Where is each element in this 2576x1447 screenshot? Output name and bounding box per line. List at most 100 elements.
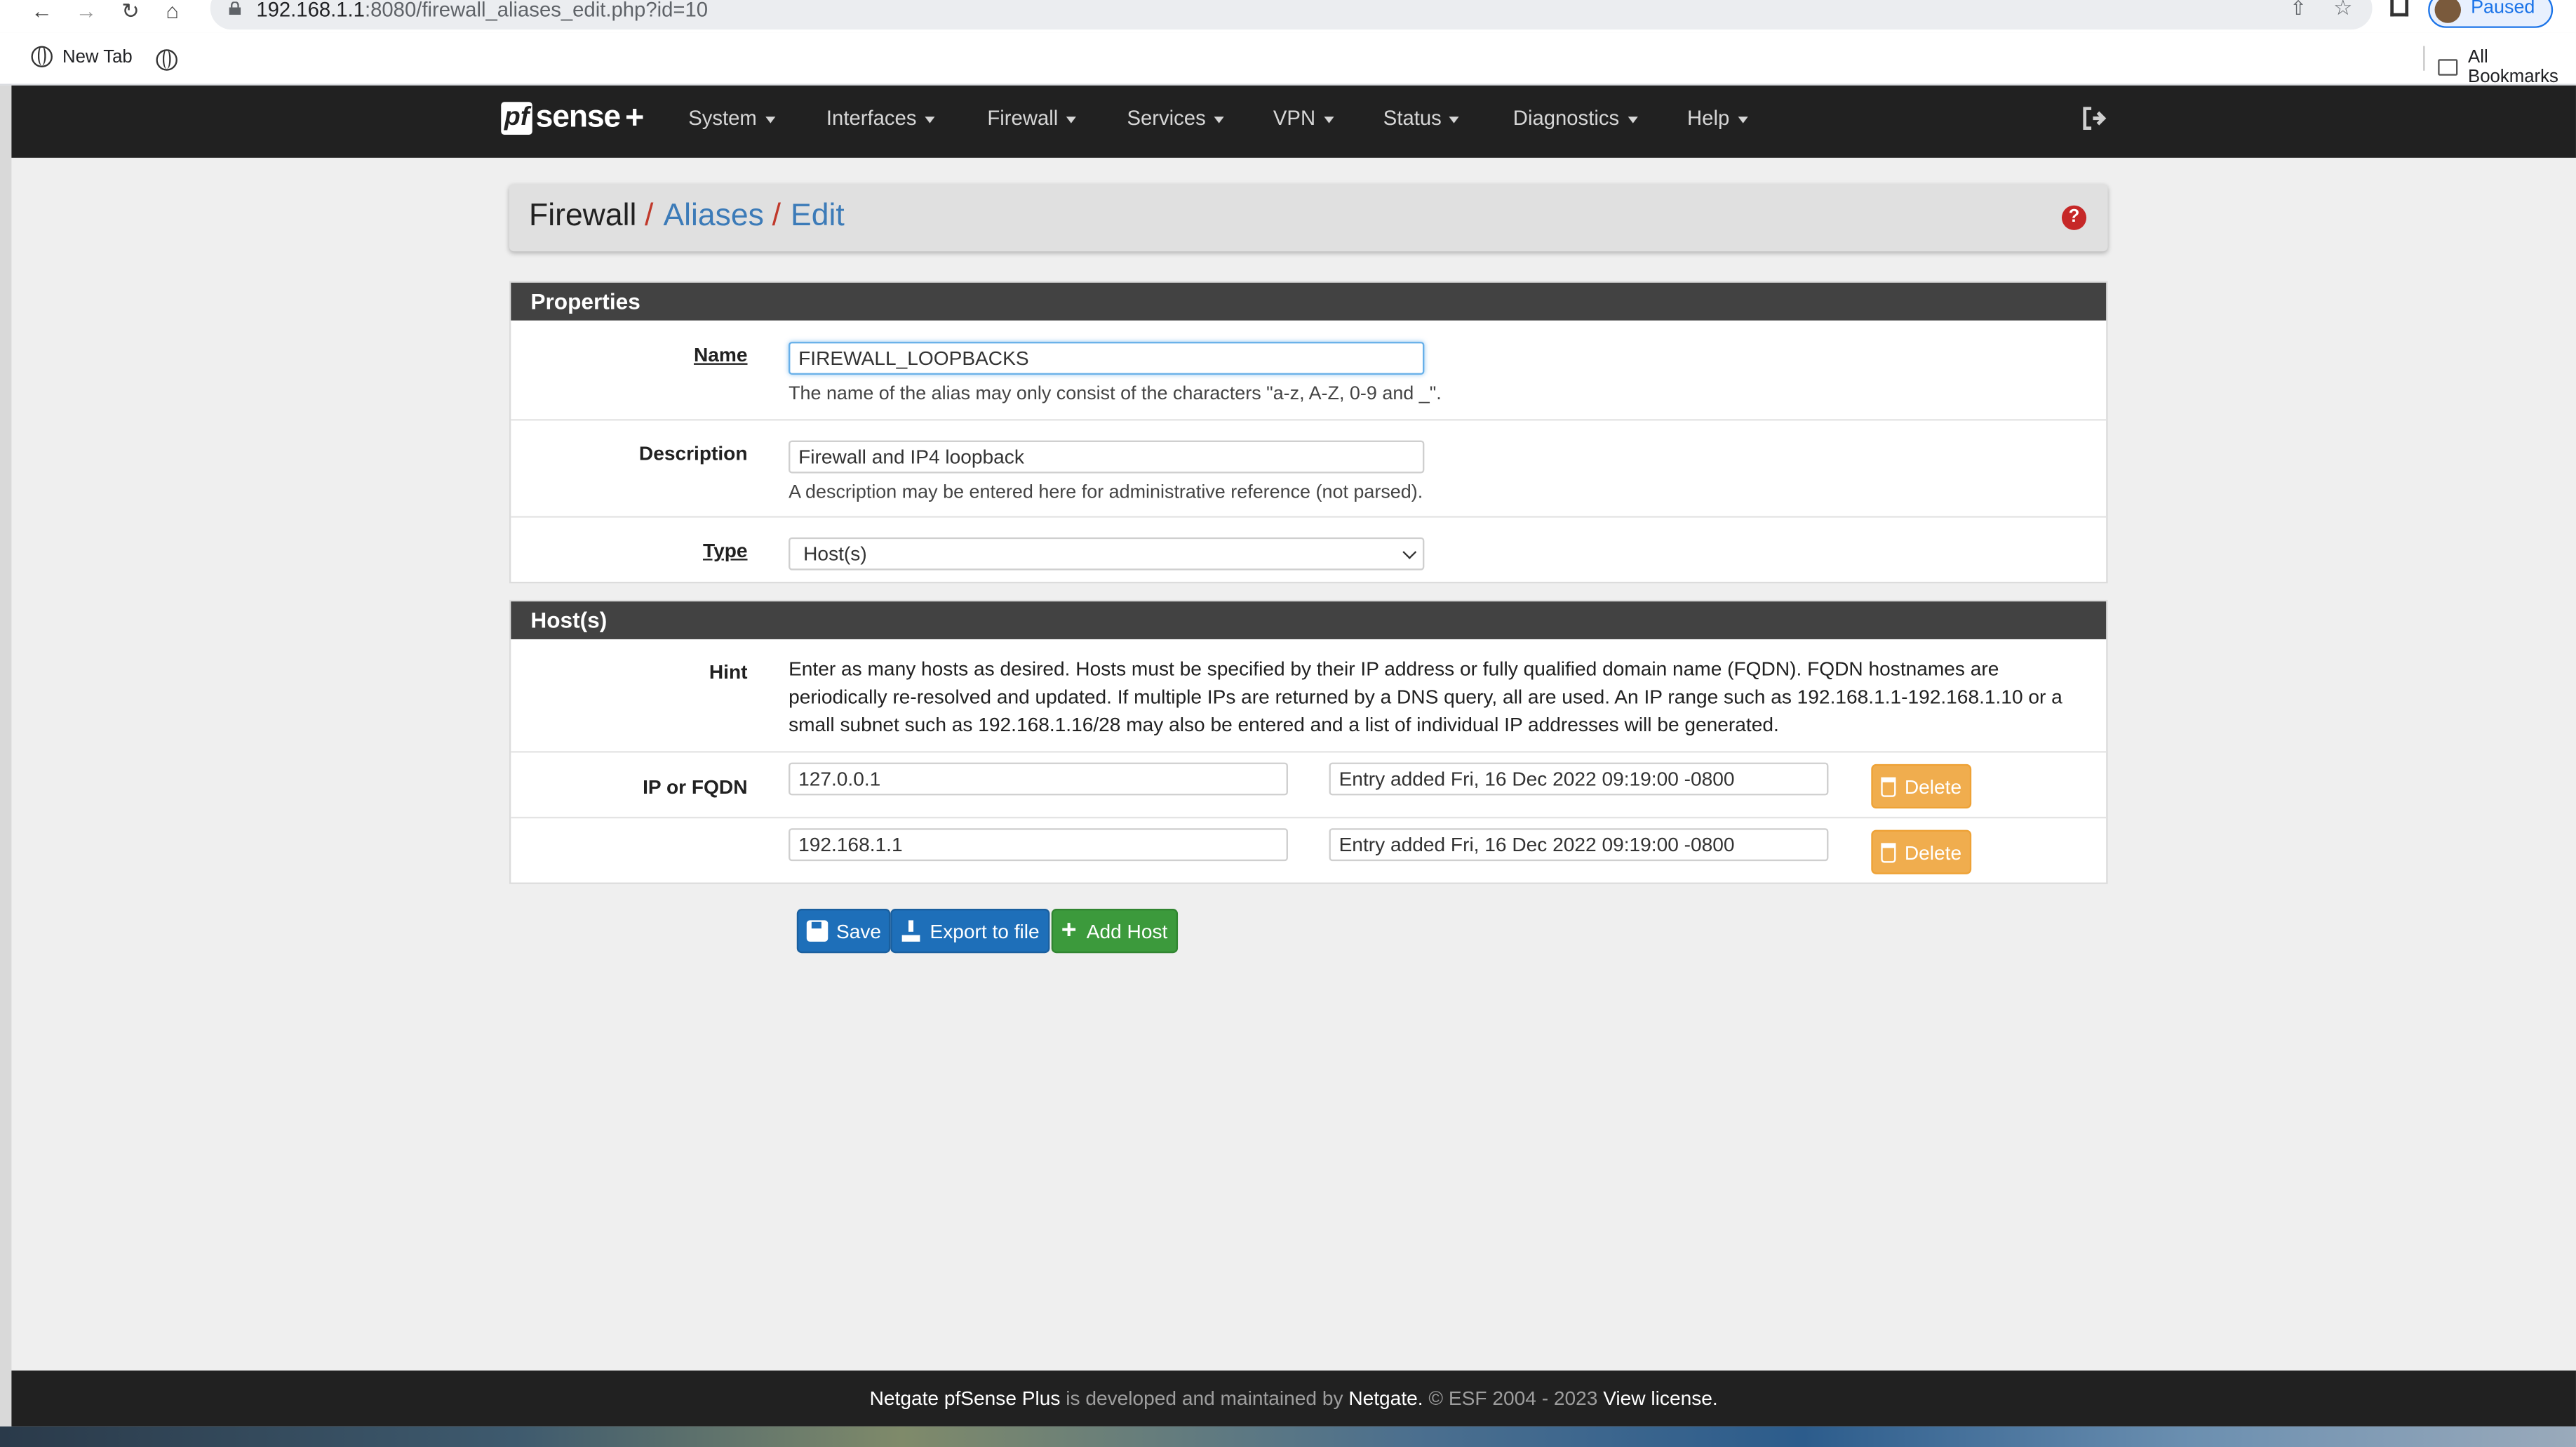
- host-description-input[interactable]: Entry added Fri, 16 Dec 2022 09:19:00 -0…: [1329, 828, 1829, 862]
- footer: Netgate pfSense Plus is developed and ma…: [11, 1371, 2576, 1427]
- delete-button[interactable]: Delete: [1871, 829, 1972, 874]
- forward-arrow-icon[interactable]: →: [76, 0, 97, 21]
- bookmarks-bar: New Tab: [0, 32, 2576, 86]
- ip-fqdn-input[interactable]: 192.168.1.1: [789, 828, 1288, 862]
- menu-help[interactable]: Help: [1687, 107, 1748, 131]
- ip-fqdn-label: IP or FQDN: [643, 775, 748, 799]
- globe-icon[interactable]: [156, 49, 177, 71]
- menu-firewall[interactable]: Firewall: [987, 107, 1077, 131]
- caret-down-icon: [1323, 116, 1334, 123]
- bookmark-new-tab[interactable]: New Tab: [31, 46, 133, 68]
- logo-plus: +: [625, 99, 645, 136]
- description-row: Description Firewall and IP4 loopback A …: [511, 419, 2107, 516]
- export-to-file-button[interactable]: Export to file: [890, 909, 1049, 954]
- bookmark-star-icon[interactable]: ☆: [2333, 0, 2352, 21]
- host-description-input[interactable]: Entry added Fri, 16 Dec 2022 09:19:00 -0…: [1329, 762, 1829, 796]
- side-panel-icon[interactable]: [2390, 0, 2409, 17]
- profile-button[interactable]: Paused: [2428, 0, 2554, 28]
- delete-button[interactable]: Delete: [1871, 763, 1972, 809]
- plus-icon: +: [1061, 916, 1077, 945]
- save-button[interactable]: Save: [796, 909, 892, 954]
- page: ← → ↻ ⌂ 192.168.1.1:8080/firewall_aliase…: [0, 0, 2576, 1447]
- name-label: Name: [693, 343, 748, 367]
- name-row: Name FIREWALL_LOOPBACKS The name of the …: [511, 321, 2106, 420]
- host-row: 192.168.1.1 Entry added Fri, 16 Dec 2022…: [511, 816, 2107, 883]
- globe-icon: [31, 46, 53, 68]
- hint-text: Enter as many hosts as desired. Hosts mu…: [789, 657, 2062, 737]
- menu-vpn[interactable]: VPN: [1273, 107, 1334, 130]
- delete-label: Delete: [1904, 775, 1962, 798]
- trash-icon: [1881, 842, 1897, 862]
- add-host-label: Add Host: [1086, 919, 1168, 943]
- footer-brand-link[interactable]: Netgate pfSense Plus: [870, 1387, 1061, 1410]
- url-text: 192.168.1.1:8080/firewall_aliases_edit.p…: [256, 0, 708, 21]
- browser-toolbar: ← → ↻ ⌂ 192.168.1.1:8080/firewall_aliase…: [0, 0, 2576, 33]
- name-hint: The name of the alias may only consist o…: [789, 384, 1442, 405]
- menu-label: VPN: [1273, 107, 1316, 131]
- bookmark-label: New Tab: [62, 46, 133, 67]
- footer-license-link[interactable]: View license.: [1603, 1387, 1718, 1410]
- type-row: Type Host(s): [511, 516, 2107, 582]
- breadcrumb-aliases-link[interactable]: Aliases: [663, 199, 763, 233]
- menu-label: Interfaces: [826, 107, 917, 131]
- caret-down-icon: [1214, 116, 1224, 123]
- save-label: Save: [836, 919, 882, 943]
- breadcrumb-separator: /: [772, 199, 781, 234]
- ip-fqdn-input[interactable]: 127.0.0.1: [789, 762, 1288, 796]
- pfsense-logo[interactable]: pf sense +: [501, 100, 644, 137]
- breadcrumb-firewall: Firewall: [529, 199, 637, 234]
- logo-pf: pf: [501, 102, 532, 135]
- footer-text: is developed and maintained by: [1060, 1387, 1349, 1411]
- background-window-edge: [0, 85, 12, 1447]
- type-label: Type: [702, 539, 748, 562]
- menu-label: Status: [1383, 107, 1442, 131]
- folder-icon: [2438, 59, 2458, 76]
- avatar: [2434, 0, 2462, 23]
- type-select-value: Host(s): [803, 542, 867, 566]
- menu-label: Help: [1687, 107, 1730, 131]
- bookmarks-divider: [2423, 46, 2425, 71]
- back-arrow-icon[interactable]: ←: [31, 0, 52, 21]
- menu-label: Firewall: [987, 107, 1059, 131]
- delete-label: Delete: [1904, 840, 1962, 864]
- breadcrumb-panel: Firewall / Aliases / Edit ?: [509, 184, 2108, 252]
- footer-copyright: © ESF 2004 - 2023: [1423, 1387, 1604, 1411]
- help-icon[interactable]: ?: [2061, 205, 2087, 230]
- menu-services[interactable]: Services: [1127, 107, 1224, 131]
- chevron-down-icon: [1402, 545, 1417, 559]
- logout-icon[interactable]: [2081, 107, 2107, 131]
- profile-status: Paused: [2471, 0, 2535, 18]
- menu-interfaces[interactable]: Interfaces: [826, 107, 935, 131]
- reload-icon[interactable]: ↻: [121, 0, 140, 21]
- description-input[interactable]: Firewall and IP4 loopback: [789, 440, 1425, 474]
- trash-icon: [1881, 776, 1897, 796]
- menu-diagnostics[interactable]: Diagnostics: [1513, 107, 1637, 130]
- caret-down-icon: [765, 116, 775, 123]
- menu-label: Services: [1127, 107, 1206, 131]
- description-label: Description: [638, 441, 748, 465]
- name-input[interactable]: FIREWALL_LOOPBACKS: [789, 342, 1425, 375]
- hint-label: Hint: [709, 660, 748, 684]
- breadcrumb-edit-link[interactable]: Edit: [791, 199, 845, 233]
- hint-row: Hint Enter as many hosts as desired. Hos…: [511, 639, 2106, 751]
- caret-down-icon: [925, 116, 935, 123]
- home-icon[interactable]: ⌂: [166, 0, 179, 21]
- description-hint: A description may be entered here for ad…: [789, 483, 1423, 503]
- add-host-button[interactable]: + Add Host: [1051, 909, 1178, 954]
- address-bar[interactable]: 192.168.1.1:8080/firewall_aliases_edit.p…: [210, 0, 2373, 30]
- caret-down-icon: [1066, 116, 1077, 123]
- host-row: IP or FQDN 127.0.0.1 Entry added Fri, 16…: [511, 751, 2107, 817]
- hosts-heading: Host(s): [511, 601, 2107, 639]
- menu-label: Diagnostics: [1512, 107, 1620, 131]
- footer-netgate-link[interactable]: Netgate.: [1348, 1387, 1423, 1410]
- type-select[interactable]: Host(s): [789, 537, 1425, 571]
- menu-status[interactable]: Status: [1383, 107, 1460, 130]
- share-icon[interactable]: ⇧: [2290, 0, 2307, 20]
- all-bookmarks-button[interactable]: All Bookmarks: [2438, 48, 2576, 87]
- menu-system[interactable]: System: [688, 107, 775, 130]
- caret-down-icon: [1627, 116, 1637, 123]
- hosts-panel: Host(s) Hint Enter as many hosts as desi…: [509, 599, 2108, 884]
- breadcrumb: Firewall / Aliases / Edit: [529, 199, 845, 235]
- caret-down-icon: [1449, 116, 1460, 123]
- url-path: :8080/firewall_aliases_edit.php?id=10: [364, 0, 709, 22]
